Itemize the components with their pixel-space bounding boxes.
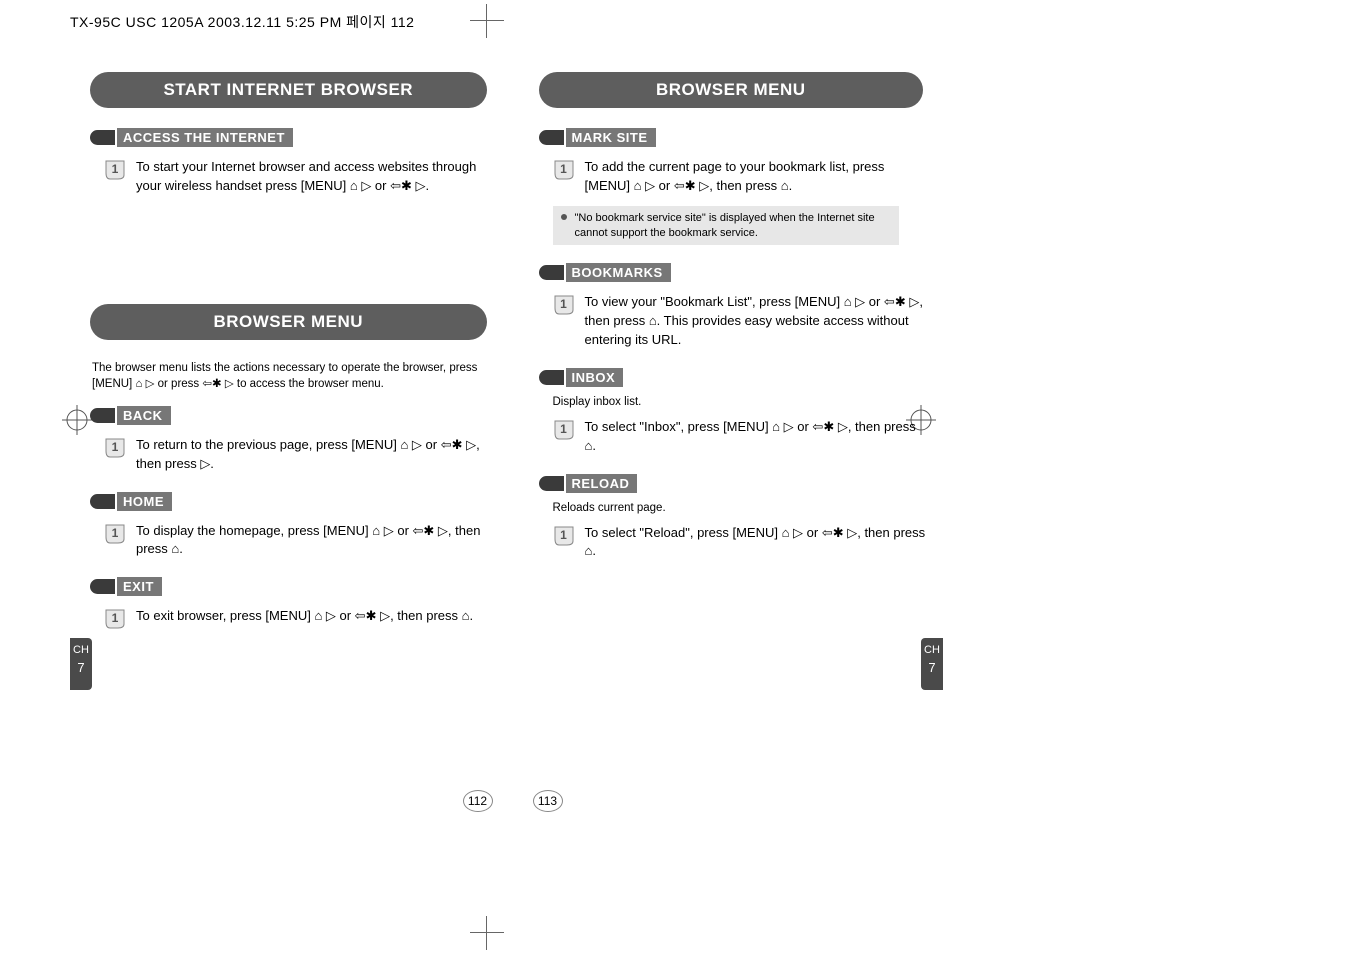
step-number-icon: 1 <box>553 525 575 547</box>
bullet-icon <box>539 476 565 491</box>
section-bookmarks: BOOKMARKS 1 To view your "Bookmark List"… <box>539 263 930 350</box>
step-number-icon: 1 <box>553 159 575 181</box>
bullet-icon <box>539 265 565 280</box>
step-number-icon: 1 <box>553 294 575 316</box>
step-text: To view your "Bookmark List", press [MEN… <box>585 293 930 350</box>
section-label: MARK SITE <box>564 128 658 147</box>
step: 1 To display the homepage, press [MENU] … <box>104 522 493 560</box>
section-head: BOOKMARKS <box>539 263 673 282</box>
section-subnote: Reloads current page. <box>553 502 930 514</box>
crop-mark-bottom <box>470 916 504 950</box>
step: 1 To start your Internet browser and acc… <box>104 158 493 196</box>
step-number-icon: 1 <box>104 523 126 545</box>
section-home: HOME 1 To display the homepage, press [M… <box>90 492 493 560</box>
chapter-label: CH <box>924 644 940 656</box>
section-label: HOME <box>115 492 174 511</box>
step-text: To start your Internet browser and acces… <box>136 158 493 196</box>
section-head: HOME <box>90 492 174 511</box>
section-access-internet: ACCESS THE INTERNET 1 To start your Inte… <box>90 128 493 196</box>
section-exit: EXIT 1 To exit browser, press [MENU] ⌂ ▷… <box>90 577 493 630</box>
section-label: BACK <box>115 406 173 425</box>
page-number-left: 112 <box>463 790 493 812</box>
section-label: RELOAD <box>564 474 640 493</box>
section-label: EXIT <box>115 577 164 596</box>
section-head: EXIT <box>90 577 164 596</box>
spread: CH 7 START INTERNET BROWSER ACCESS THE I… <box>70 40 943 820</box>
step-text: To exit browser, press [MENU] ⌂ ▷ or ⇦✱ … <box>136 607 493 630</box>
chapter-number: 7 <box>70 661 92 676</box>
step: 1 To return to the previous page, press … <box>104 436 493 474</box>
chapter-label: CH <box>73 644 89 656</box>
title-browser-menu-left: BROWSER MENU <box>90 304 487 340</box>
step: 1 To exit browser, press [MENU] ⌂ ▷ or ⇦… <box>104 607 493 630</box>
page-number-right: 113 <box>533 790 563 812</box>
step-text: To return to the previous page, press [M… <box>136 436 493 474</box>
step: 1 To add the current page to your bookma… <box>553 158 930 196</box>
note-dot-icon <box>561 214 567 220</box>
chapter-number: 7 <box>921 661 943 676</box>
section-subnote: Display inbox list. <box>553 396 930 408</box>
bullet-icon <box>539 130 565 145</box>
chapter-tab-left: CH 7 <box>70 638 92 690</box>
step: 1 To select "Reload", press [MENU] ⌂ ▷ o… <box>553 524 930 562</box>
title-start-internet-browser: START INTERNET BROWSER <box>90 72 487 108</box>
step-number-icon: 1 <box>104 159 126 181</box>
section-head: RELOAD <box>539 474 640 493</box>
bullet-icon <box>90 579 116 594</box>
title-browser-menu-right: BROWSER MENU <box>539 72 924 108</box>
section-head: BACK <box>90 406 173 425</box>
section-reload: RELOAD Reloads current page. 1 To select… <box>539 474 930 562</box>
section-label: ACCESS THE INTERNET <box>115 128 295 147</box>
section-mark-site: MARK SITE 1 To add the current page to y… <box>539 128 930 245</box>
step: 1 To select "Inbox", press [MENU] ⌂ ▷ or… <box>553 418 930 456</box>
section-head: MARK SITE <box>539 128 658 147</box>
page-left: CH 7 START INTERNET BROWSER ACCESS THE I… <box>70 40 507 820</box>
section-head: INBOX <box>539 368 626 387</box>
step: 1 To view your "Bookmark List", press [M… <box>553 293 930 350</box>
note-box: "No bookmark service site" is displayed … <box>553 206 899 246</box>
step-text: To add the current page to your bookmark… <box>585 158 930 196</box>
step-number-icon: 1 <box>104 608 126 630</box>
bullet-icon <box>90 494 116 509</box>
chapter-tab-right: CH 7 <box>921 638 943 690</box>
section-head: ACCESS THE INTERNET <box>90 128 295 147</box>
bullet-icon <box>90 408 116 423</box>
step-text: To select "Inbox", press [MENU] ⌂ ▷ or ⇦… <box>585 418 930 456</box>
browser-menu-intro: The browser menu lists the actions neces… <box>92 360 485 392</box>
page-right: CH 7 BROWSER MENU MARK SITE 1 To add the… <box>507 40 944 820</box>
bullet-icon <box>90 130 116 145</box>
step-number-icon: 1 <box>104 437 126 459</box>
section-label: INBOX <box>564 368 626 387</box>
note-text: "No bookmark service site" is displayed … <box>575 211 891 241</box>
section-back: BACK 1 To return to the previous page, p… <box>90 406 493 474</box>
step-text: To select "Reload", press [MENU] ⌂ ▷ or … <box>585 524 930 562</box>
crop-mark-top <box>470 4 504 38</box>
section-inbox: INBOX Display inbox list. 1 To select "I… <box>539 368 930 456</box>
bullet-icon <box>539 370 565 385</box>
step-text: To display the homepage, press [MENU] ⌂ … <box>136 522 493 560</box>
section-label: BOOKMARKS <box>564 263 673 282</box>
step-number-icon: 1 <box>553 419 575 441</box>
print-header: TX-95C USC 1205A 2003.12.11 5:25 PM 페이지 … <box>70 12 414 32</box>
